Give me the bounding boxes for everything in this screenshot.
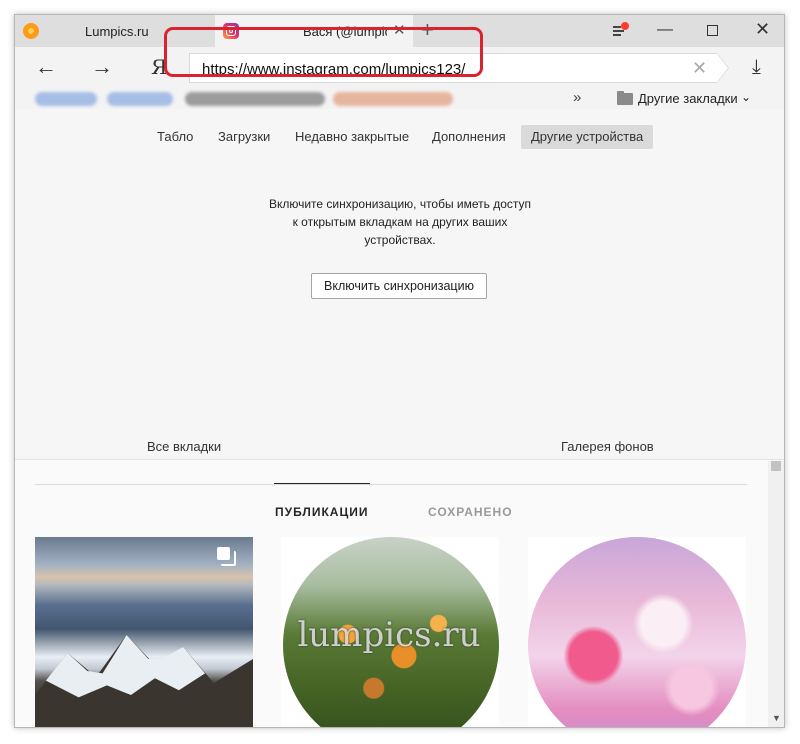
tab-posts[interactable]: ПУБЛИКАЦИИ: [275, 505, 368, 519]
tab-other-devices[interactable]: Другие устройства: [521, 125, 654, 149]
tab-title: Lumpics.ru: [85, 24, 149, 39]
bookmark-blurred[interactable]: [35, 92, 97, 106]
forward-arrow-icon[interactable]: →: [91, 56, 113, 78]
post-thumbnail[interactable]: lumpics.ru: [281, 537, 499, 727]
instagram-page: ПУБЛИКАЦИИ СОХРАНЕНО lumpics.ru: [15, 459, 784, 727]
url-highlight-box: [164, 27, 483, 77]
scroll-down-icon[interactable]: ▼: [772, 713, 781, 723]
scroll-thumb[interactable]: [771, 461, 781, 471]
tab-saved[interactable]: СОХРАНЕНО: [428, 505, 513, 519]
bookmark-blurred[interactable]: [333, 92, 453, 106]
tab-extensions[interactable]: Дополнения: [422, 125, 516, 149]
gallery-link[interactable]: Галерея фонов: [561, 439, 654, 454]
folder-icon: [617, 91, 633, 105]
browser-window: Lumpics.ru Вася (@lumpics ✕ + — ✕ ← → Я …: [14, 14, 785, 728]
carousel-icon: [217, 547, 236, 566]
back-arrow-icon[interactable]: ←: [35, 56, 57, 78]
divider: [35, 484, 747, 485]
maximize-icon[interactable]: [707, 25, 718, 36]
tab-tablo[interactable]: Табло: [147, 125, 203, 149]
enable-sync-button[interactable]: Включить синхронизацию: [311, 273, 487, 299]
watermark-text: lumpics.ru: [297, 615, 481, 655]
bookmark-blurred[interactable]: [185, 92, 325, 106]
close-window-icon[interactable]: ✕: [755, 20, 770, 38]
lumpics-icon: [23, 23, 39, 39]
tab-downloads[interactable]: Загрузки: [208, 125, 280, 149]
scrollbar[interactable]: ▼: [768, 461, 784, 727]
all-tabs-link[interactable]: Все вкладки: [147, 439, 221, 454]
more-bookmarks-icon[interactable]: »: [573, 89, 581, 106]
sync-message: Включите синхронизацию, чтобы иметь дост…: [268, 197, 532, 247]
panel-nav-tabs: Табло Загрузки Недавно закрытые Дополнен…: [15, 125, 784, 149]
tab-recently-closed[interactable]: Недавно закрытые: [285, 125, 419, 149]
other-bookmarks-button[interactable]: Другие закладки: [638, 91, 738, 106]
bookmarks-bar: » Другие закладки ⌄: [15, 89, 784, 109]
minimize-icon[interactable]: —: [657, 22, 673, 38]
new-tab-panel: Табло Загрузки Недавно закрытые Дополнен…: [15, 109, 784, 459]
bookmark-blurred[interactable]: [107, 92, 173, 106]
post-thumbnail[interactable]: [528, 537, 746, 727]
download-icon[interactable]: ⤓: [752, 57, 761, 77]
post-thumbnail[interactable]: [35, 537, 253, 727]
clouds-image: [528, 537, 746, 727]
chevron-down-icon[interactable]: ⌄: [741, 90, 751, 104]
active-tab-indicator: [274, 483, 370, 484]
clear-url-icon[interactable]: ✕: [692, 58, 707, 79]
notification-dot: [621, 22, 629, 30]
